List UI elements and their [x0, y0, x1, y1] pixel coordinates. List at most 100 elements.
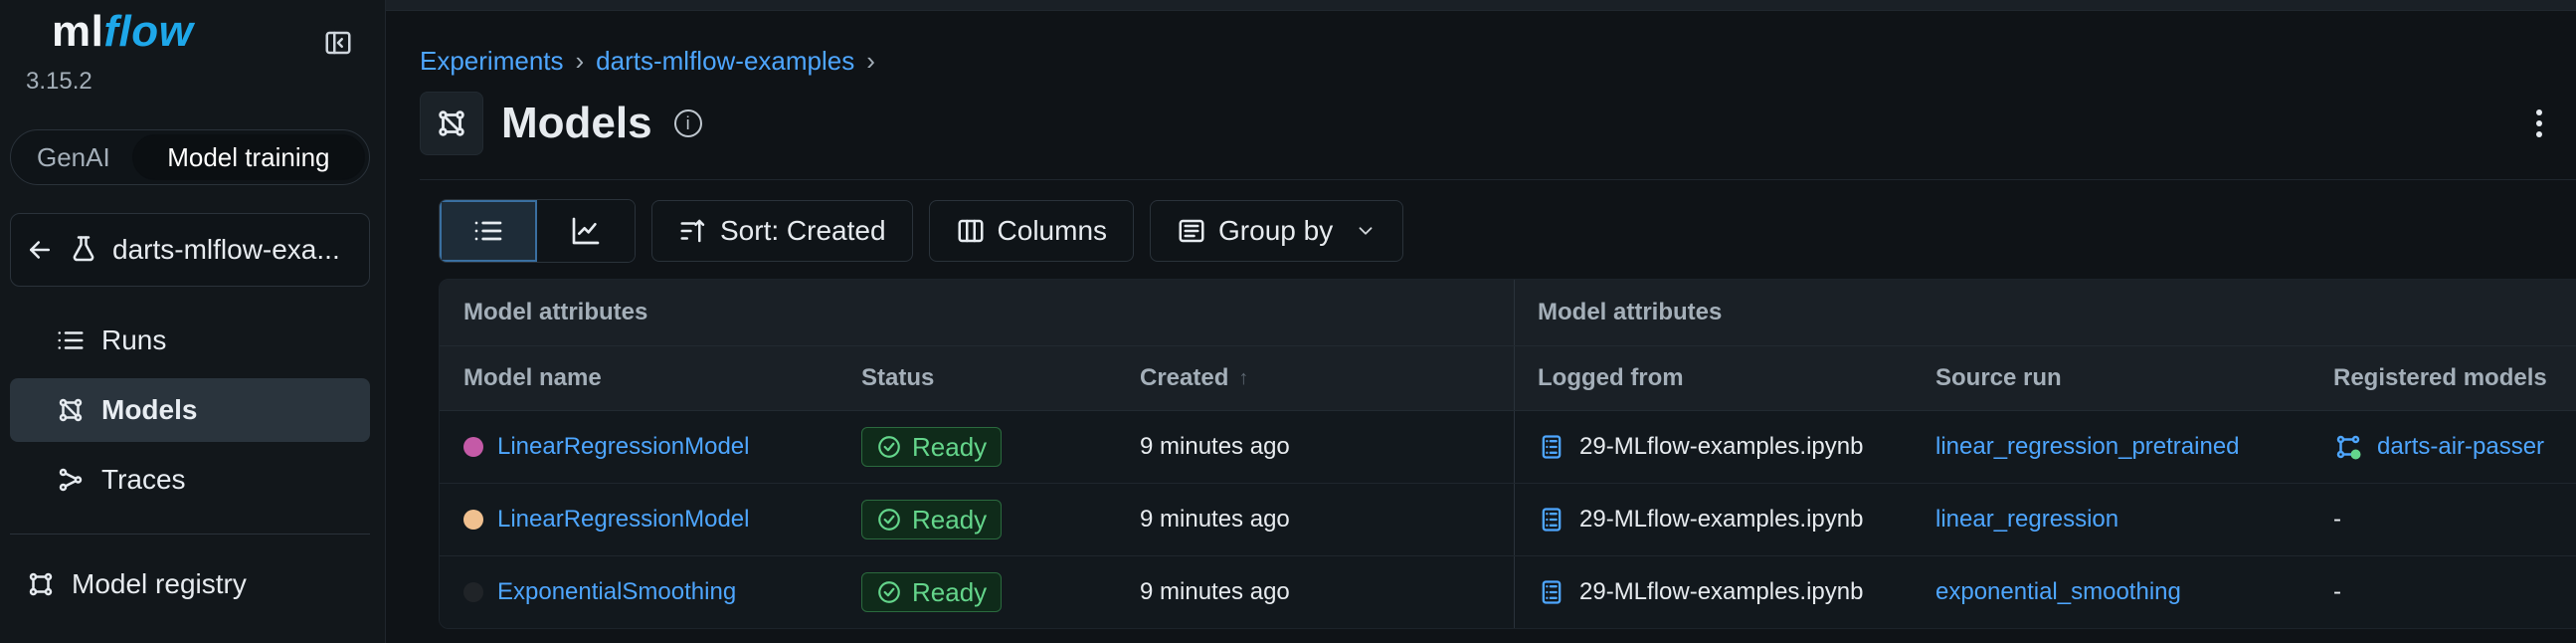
column-divider [1514, 484, 1515, 555]
brand: mlflow 3.15.2 [10, 0, 371, 96]
more-actions-button[interactable] [2522, 104, 2556, 143]
mlflow-logo[interactable]: mlflow [52, 4, 193, 60]
list-view-icon [474, 221, 502, 241]
model-registry-icon [29, 572, 53, 596]
chart-view-button[interactable] [537, 200, 635, 262]
logged-from-text[interactable]: 29-MLflow-examples.ipynb [1579, 506, 1863, 534]
cell-model-name: LinearRegressionModel [440, 506, 837, 534]
registered-model-icon [2336, 435, 2361, 460]
cell-model-name: LinearRegressionModel [440, 433, 837, 461]
sidebar-item-label: Runs [101, 324, 167, 355]
chevron-down-icon [1359, 227, 1373, 235]
experiment-label: darts-mlflow-exa... [112, 234, 340, 265]
table-row[interactable]: LinearRegressionModel Ready 9 minutes ag… [440, 411, 2576, 484]
sidebar-item-models[interactable]: Models [10, 378, 370, 442]
cell-registered-models: - [2309, 578, 2576, 606]
table-group-header: Model attributes Model attributes [440, 280, 2576, 346]
page-title-row: Models i [420, 92, 702, 155]
model-link[interactable]: LinearRegressionModel [497, 433, 749, 461]
top-strip [386, 0, 2576, 11]
cell-source-run: exponential_smoothing [1912, 578, 2309, 606]
info-icon[interactable]: i [673, 109, 702, 137]
page-title: Models [501, 99, 652, 147]
flask-icon [73, 236, 94, 262]
columns-button[interactable]: Columns [928, 200, 1135, 262]
chart-view-icon [572, 217, 600, 245]
model-link[interactable]: ExponentialSmoothing [497, 578, 736, 606]
status-badge: Ready [861, 572, 1003, 612]
sidebar-item-traces[interactable]: Traces [10, 448, 370, 512]
check-circle-icon [878, 581, 900, 603]
column-divider [1514, 280, 1515, 345]
back-arrow-icon[interactable] [25, 235, 55, 265]
column-registered-models[interactable]: Registered models [2309, 364, 2576, 392]
sort-label: Sort: Created [720, 215, 886, 246]
registered-models-empty: - [2333, 578, 2341, 605]
table-header: Model name Status Created ↑ Logged from … [440, 346, 2576, 411]
run-color-dot [463, 437, 483, 457]
table-row[interactable]: ExponentialSmoothing Ready 9 minutes ago [440, 556, 2576, 628]
column-created[interactable]: Created ↑ [1116, 364, 1514, 392]
column-model-name[interactable]: Model name [440, 364, 837, 392]
logo-flow: flow [103, 7, 194, 56]
notebook-icon [1542, 580, 1562, 604]
main: Experiments › darts-mlflow-examples › Mo… [386, 0, 2576, 643]
sidebar-item-runs[interactable]: Runs [10, 309, 370, 372]
collapse-sidebar-icon [325, 31, 351, 55]
breadcrumb-experiments[interactable]: Experiments [420, 46, 564, 77]
header-divider [420, 179, 2576, 180]
logo-ml: ml [52, 7, 104, 56]
status-text: Ready [912, 576, 988, 607]
cell-logged-from: 29-MLflow-examples.ipynb [1514, 506, 1912, 534]
source-run-link[interactable]: linear_regression_pretrained [1935, 433, 2240, 461]
column-divider [1514, 556, 1515, 628]
traces-icon [59, 468, 83, 492]
mode-genai[interactable]: GenAI [15, 134, 132, 180]
group-header-model-attributes-1: Model attributes [463, 299, 648, 325]
breadcrumb-experiment[interactable]: darts-mlflow-examples [596, 46, 854, 77]
table-row[interactable]: LinearRegressionModel Ready 9 minutes ag… [440, 484, 2576, 556]
view-toggle[interactable] [439, 199, 636, 263]
column-status[interactable]: Status [837, 364, 1116, 392]
breadcrumb-chevron-icon: › [575, 46, 585, 76]
sidebar-item-label: Traces [101, 464, 186, 495]
model-link[interactable]: LinearRegressionModel [497, 506, 749, 534]
cell-registered-models: - [2309, 506, 2576, 534]
sort-icon [680, 219, 705, 243]
cell-created: 9 minutes ago [1116, 506, 1514, 534]
list-view-button[interactable] [440, 200, 537, 262]
logged-from-text[interactable]: 29-MLflow-examples.ipynb [1579, 578, 1863, 606]
cell-status: Ready [837, 572, 1116, 612]
group-by-button[interactable]: Group by [1150, 200, 1404, 262]
source-run-link[interactable]: exponential_smoothing [1935, 578, 2181, 606]
source-run-link[interactable]: linear_regression [1935, 506, 2118, 534]
sort-button[interactable]: Sort: Created [651, 200, 913, 262]
mode-switch[interactable]: GenAI Model training [10, 129, 370, 185]
logged-from-text[interactable]: 29-MLflow-examples.ipynb [1579, 433, 1863, 461]
mode-model-training[interactable]: Model training [131, 134, 365, 180]
status-badge: Ready [861, 427, 1003, 467]
column-source-run[interactable]: Source run [1912, 364, 2309, 392]
column-logged-from[interactable]: Logged from [1514, 364, 1912, 392]
cell-created: 9 minutes ago [1116, 433, 1514, 461]
registered-model-link[interactable]: darts-air-passer [2377, 433, 2544, 461]
breadcrumb-chevron-icon: › [866, 46, 875, 76]
registered-models-empty: - [2333, 506, 2341, 533]
model-registry-label: Model registry [72, 568, 247, 599]
sidebar-item-label: Models [101, 394, 198, 425]
cell-status: Ready [837, 427, 1116, 467]
cell-registered-models: darts-air-passer [2309, 432, 2576, 462]
sidebar-item-model-registry[interactable]: Model registry [10, 552, 370, 616]
version-label: 3.15.2 [26, 68, 92, 95]
columns-label: Columns [997, 215, 1108, 246]
sidebar: mlflow 3.15.2 GenAI Model training darts… [0, 0, 386, 643]
group-by-label: Group by [1218, 215, 1334, 246]
kebab-icon [2536, 109, 2542, 137]
experiment-selector[interactable]: darts-mlflow-exa... [10, 213, 370, 287]
cell-logged-from: 29-MLflow-examples.ipynb [1514, 433, 1912, 461]
created-text: 9 minutes ago [1140, 506, 1290, 533]
notebook-icon [1542, 435, 1562, 459]
collapse-sidebar-button[interactable] [321, 26, 355, 60]
cell-status: Ready [837, 500, 1116, 539]
group-by-icon [1179, 219, 1204, 243]
